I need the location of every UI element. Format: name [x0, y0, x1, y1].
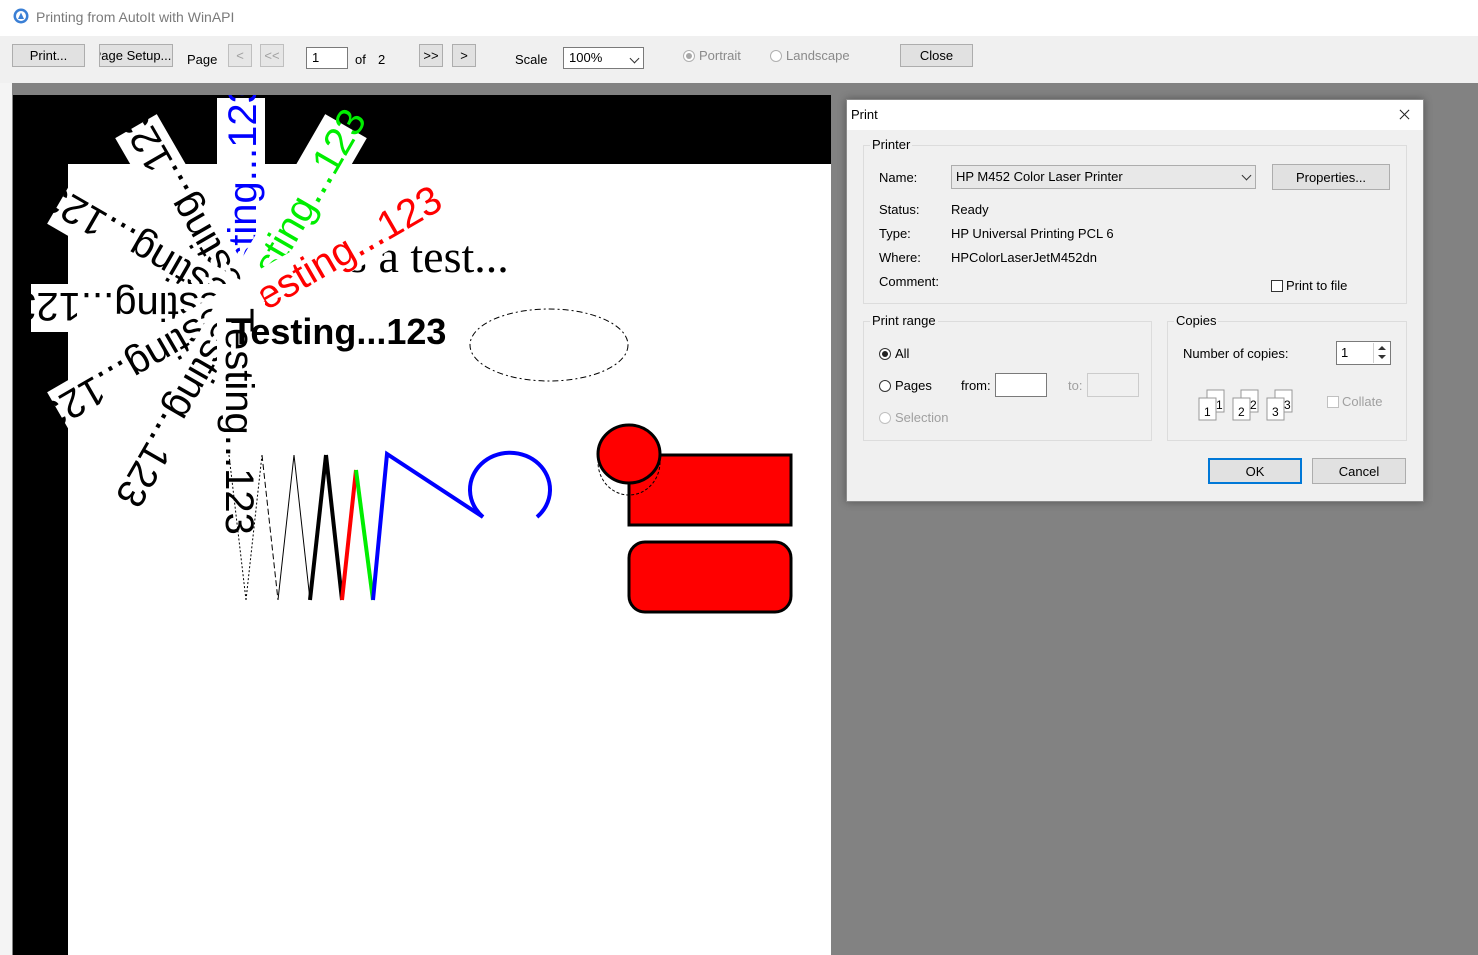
- pages-label: Pages: [895, 378, 932, 393]
- collate-checkbox[interactable]: Collate: [1327, 394, 1382, 409]
- cancel-button[interactable]: Cancel: [1312, 458, 1406, 484]
- landscape-label: Landscape: [786, 48, 850, 63]
- print-to-file-checkbox[interactable]: Print to file: [1271, 278, 1347, 293]
- collate-label: Collate: [1342, 394, 1383, 409]
- radio-icon: [879, 411, 891, 424]
- collate-pages-icon: 1 1 2 2 3 3: [1198, 389, 1293, 421]
- radio-icon: [879, 379, 891, 392]
- red-circle: [596, 423, 662, 485]
- all-label: All: [895, 346, 910, 361]
- checkbox-icon: [1327, 395, 1339, 408]
- dialog-title: Print: [851, 107, 878, 122]
- number-of-copies-label: Number of copies:: [1183, 346, 1289, 361]
- portrait-label: Portrait: [699, 48, 741, 63]
- copies-group-title: Copies: [1174, 313, 1219, 328]
- preview-toolbar: Print... Page Setup... Page < << 1 of 2 …: [0, 36, 1478, 83]
- scale-select[interactable]: 100%: [563, 47, 644, 69]
- radio-icon: [770, 49, 782, 62]
- pages-radio[interactable]: Pages: [879, 378, 932, 393]
- svg-text:2: 2: [1238, 405, 1245, 419]
- type-value: HP Universal Printing PCL 6: [951, 226, 1114, 241]
- page-label: Page: [187, 52, 218, 67]
- print-to-file-label: Print to file: [1286, 278, 1348, 293]
- window-titlebar: Printing from AutoIt with WinAPI: [0, 0, 1478, 36]
- status-value: Ready: [951, 202, 989, 217]
- properties-button[interactable]: Properties...: [1272, 164, 1390, 190]
- checkbox-icon: [1271, 279, 1283, 292]
- dialog-titlebar: Print: [847, 100, 1423, 130]
- svg-text:1: 1: [1204, 405, 1211, 419]
- chevron-down-icon: [1241, 170, 1252, 181]
- print-preview-page: This is a test... Testing...123 Testing.…: [13, 95, 831, 955]
- close-icon[interactable]: [1385, 100, 1423, 130]
- close-button[interactable]: Close: [900, 44, 973, 67]
- printer-group-title: Printer: [870, 137, 913, 152]
- page-setup-button[interactable]: Page Setup...: [99, 44, 173, 67]
- copies-group: Copies: [1167, 313, 1407, 441]
- radio-icon: [683, 49, 695, 62]
- name-label: Name:: [879, 170, 918, 185]
- comment-label: Comment:: [879, 274, 939, 289]
- landscape-radio[interactable]: Landscape: [770, 48, 850, 63]
- printer-name-select[interactable]: HP M452 Color Laser Printer: [951, 165, 1256, 189]
- prev-page-button[interactable]: <: [228, 44, 252, 67]
- page-number-input[interactable]: 1: [306, 47, 348, 69]
- svg-text:3: 3: [1284, 398, 1291, 412]
- of-label: of: [355, 52, 366, 67]
- total-pages: 2: [378, 52, 386, 67]
- from-label: from:: [961, 378, 991, 393]
- svg-text:3: 3: [1272, 405, 1279, 419]
- to-label: to:: [1068, 378, 1083, 393]
- window-title: Printing from AutoIt with WinAPI: [36, 9, 235, 25]
- scale-value: 100%: [569, 50, 603, 65]
- from-page-input[interactable]: [995, 373, 1047, 397]
- print-dialog: Print Printer Name: HP M452 Color Laser …: [846, 99, 1424, 502]
- to-page-input[interactable]: [1087, 373, 1139, 397]
- print-button[interactable]: Print...: [12, 44, 85, 67]
- svg-text:1: 1: [1216, 398, 1223, 412]
- red-rounded-rectangle: [627, 540, 793, 614]
- svg-text:2: 2: [1250, 398, 1257, 412]
- copies-stepper[interactable]: 1: [1336, 341, 1391, 365]
- radio-icon: [879, 347, 891, 360]
- all-radio[interactable]: All: [879, 346, 909, 361]
- chevron-down-icon: [629, 53, 640, 64]
- first-page-button[interactable]: <<: [260, 44, 284, 67]
- where-value: HPColorLaserJetM452dn: [951, 250, 1097, 265]
- type-label: Type:: [879, 226, 911, 241]
- last-page-button[interactable]: >>: [419, 44, 443, 67]
- selection-radio[interactable]: Selection: [879, 410, 948, 425]
- selection-label: Selection: [895, 410, 949, 425]
- status-label: Status:: [879, 202, 920, 217]
- bold-text: Testing...123: [231, 311, 446, 352]
- ok-button[interactable]: OK: [1208, 458, 1302, 484]
- autoit-icon: [13, 8, 29, 24]
- next-page-button[interactable]: >: [452, 44, 476, 67]
- portrait-radio[interactable]: Portrait: [683, 48, 741, 63]
- left-edge-strip: [0, 83, 12, 955]
- scale-label: Scale: [515, 52, 548, 67]
- spinner-arrows-icon[interactable]: [1373, 343, 1389, 363]
- printer-name-value: HP M452 Color Laser Printer: [956, 169, 1123, 184]
- print-range-group-title: Print range: [870, 313, 938, 328]
- where-label: Where:: [879, 250, 921, 265]
- copies-value: 1: [1341, 345, 1349, 360]
